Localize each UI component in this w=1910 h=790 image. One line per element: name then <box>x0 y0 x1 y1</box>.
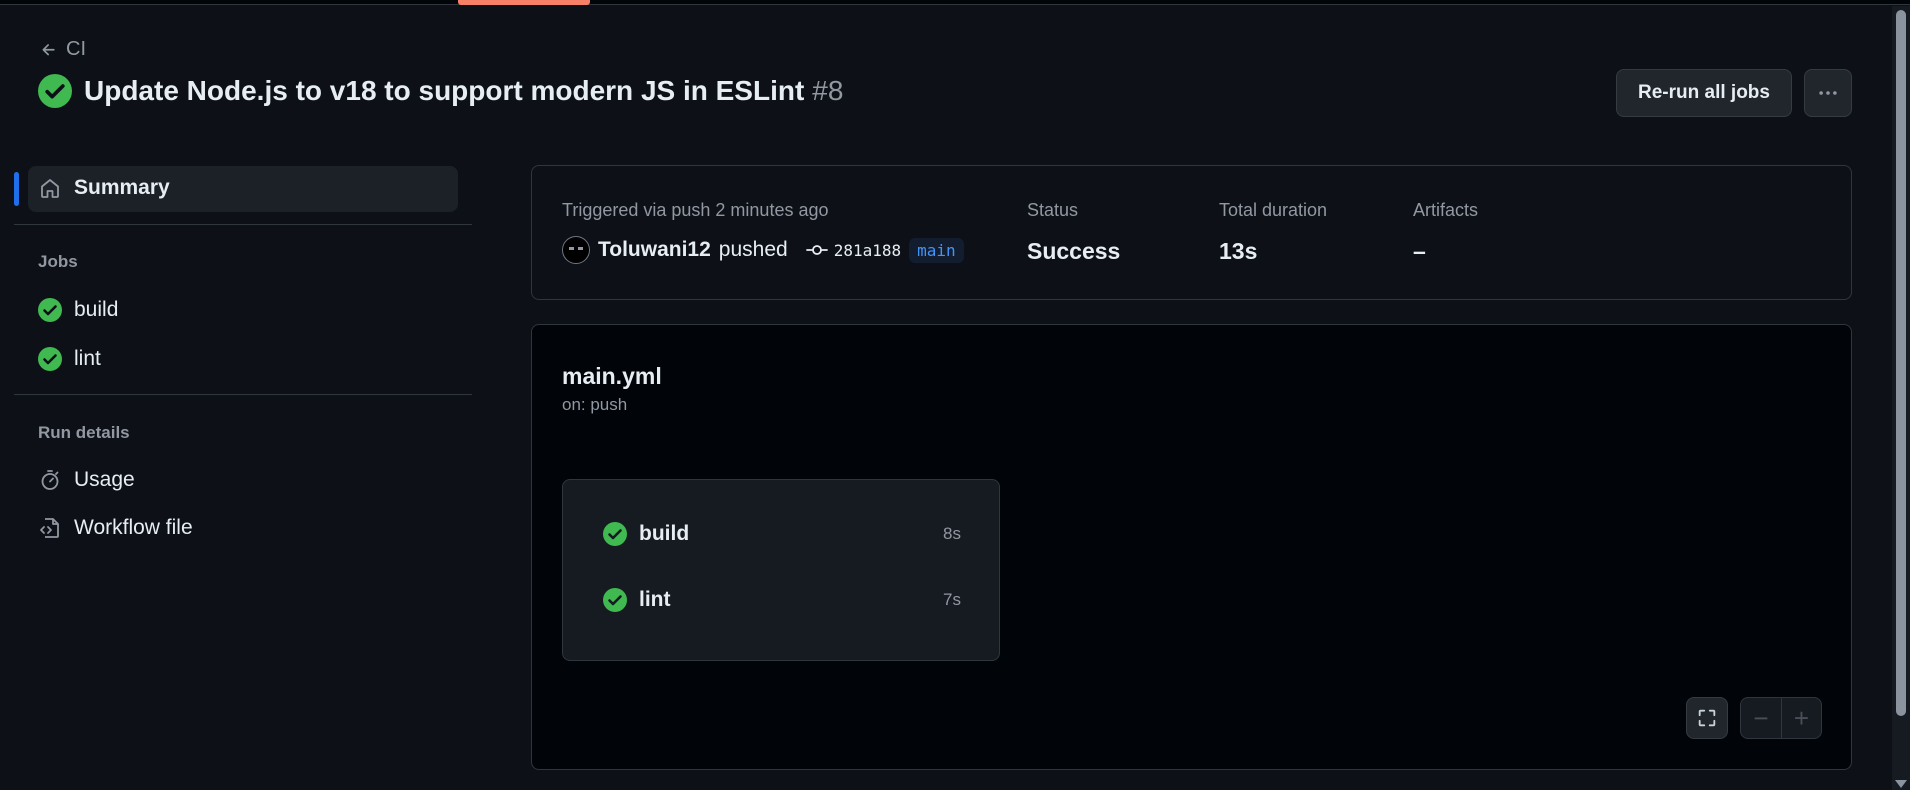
sidebar-item-summary[interactable]: Summary <box>38 176 170 200</box>
avatar[interactable] <box>562 236 590 264</box>
workflow-job-build[interactable]: build 8s <box>603 522 961 546</box>
sidebar-item-label: Summary <box>74 176 170 199</box>
page-title-row: Update Node.js to v18 to support modern … <box>38 74 843 108</box>
file-code-icon <box>40 518 59 538</box>
status-label: Status <box>1027 200 1079 220</box>
sidebar-item-label: lint <box>74 347 101 370</box>
sidebar-item-label: Workflow file <box>74 516 193 539</box>
kebab-horizontal-icon <box>1819 91 1837 95</box>
run-number: #8 <box>812 75 844 106</box>
job-duration: 8s <box>943 524 961 543</box>
jobs-heading: Jobs <box>38 252 78 271</box>
success-check-icon <box>38 74 72 108</box>
sidebar-divider <box>14 224 472 225</box>
duration-value: 13s <box>1219 238 1258 264</box>
sidebar-item-workflow-file[interactable]: Workflow file <box>38 516 193 540</box>
commit-link[interactable]: 281a188 <box>805 240 902 260</box>
workflow-name: main.yml <box>562 363 662 389</box>
stopwatch-icon <box>41 470 59 490</box>
job-label: build <box>639 522 690 545</box>
git-commit-icon <box>805 245 828 255</box>
workflow-job-lint[interactable]: lint 7s <box>603 588 961 612</box>
trigger-details: Toluwani12 pushed 281a188 main <box>562 236 964 264</box>
sidebar-item-usage[interactable]: Usage <box>38 468 135 492</box>
back-to-workflow-link[interactable]: CI <box>40 38 86 61</box>
rerun-all-jobs-button[interactable]: Re-run all jobs <box>1616 69 1792 117</box>
home-icon <box>41 179 59 198</box>
success-check-icon <box>38 347 62 371</box>
more-options-button[interactable] <box>1804 69 1852 117</box>
artifacts-value: – <box>1413 238 1426 264</box>
actor-link[interactable]: Toluwani12 <box>598 238 711 262</box>
top-nav-underline <box>0 0 1910 5</box>
job-label: lint <box>639 588 671 611</box>
arrow-left-icon <box>42 43 55 55</box>
sidebar-item-job-lint[interactable]: lint <box>38 347 101 371</box>
workflow-jobs-group: build 8s lint 7s <box>562 479 1000 661</box>
artifacts-label: Artifacts <box>1413 200 1479 220</box>
trigger-text: Triggered via push 2 minutes ago <box>562 200 829 220</box>
page-title: Update Node.js to v18 to support modern … <box>84 75 843 107</box>
page-scrollbar[interactable] <box>1892 6 1910 790</box>
job-duration: 7s <box>943 590 961 609</box>
action-text: pushed <box>718 238 788 261</box>
workflow-trigger: on: push <box>562 395 628 414</box>
zoom-out-button[interactable]: − <box>1741 698 1781 738</box>
sidebar-item-label: build <box>74 298 119 321</box>
branch-badge[interactable]: main <box>909 237 964 263</box>
duration-label: Total duration <box>1219 200 1328 220</box>
workflow-graph-card: main.yml on: push build 8s lint 7s − + <box>531 324 1852 770</box>
commit-sha: 281a188 <box>833 240 902 260</box>
back-link-label: CI <box>66 38 86 60</box>
scrollbar-thumb[interactable] <box>1896 10 1906 716</box>
run-summary-card: Triggered via push 2 minutes ago Toluwan… <box>531 165 1852 300</box>
run-title: Update Node.js to v18 to support modern … <box>84 75 805 106</box>
zoom-controls: − + <box>1740 697 1822 739</box>
success-check-icon <box>38 298 62 322</box>
success-check-icon <box>603 588 627 612</box>
sidebar-item-job-build[interactable]: build <box>38 298 118 322</box>
sidebar-active-bar <box>14 172 19 206</box>
status-value: Success <box>1027 238 1121 264</box>
sidebar-item-label: Usage <box>74 468 135 491</box>
zoom-in-button[interactable]: + <box>1780 698 1821 738</box>
sidebar-divider <box>14 394 472 395</box>
fit-to-screen-button[interactable] <box>1686 697 1728 739</box>
scroll-down-arrow[interactable] <box>1895 780 1907 788</box>
run-details-heading: Run details <box>38 423 130 442</box>
screen-full-icon <box>1698 709 1716 727</box>
active-tab-indicator <box>458 0 590 5</box>
success-check-icon <box>603 522 627 546</box>
